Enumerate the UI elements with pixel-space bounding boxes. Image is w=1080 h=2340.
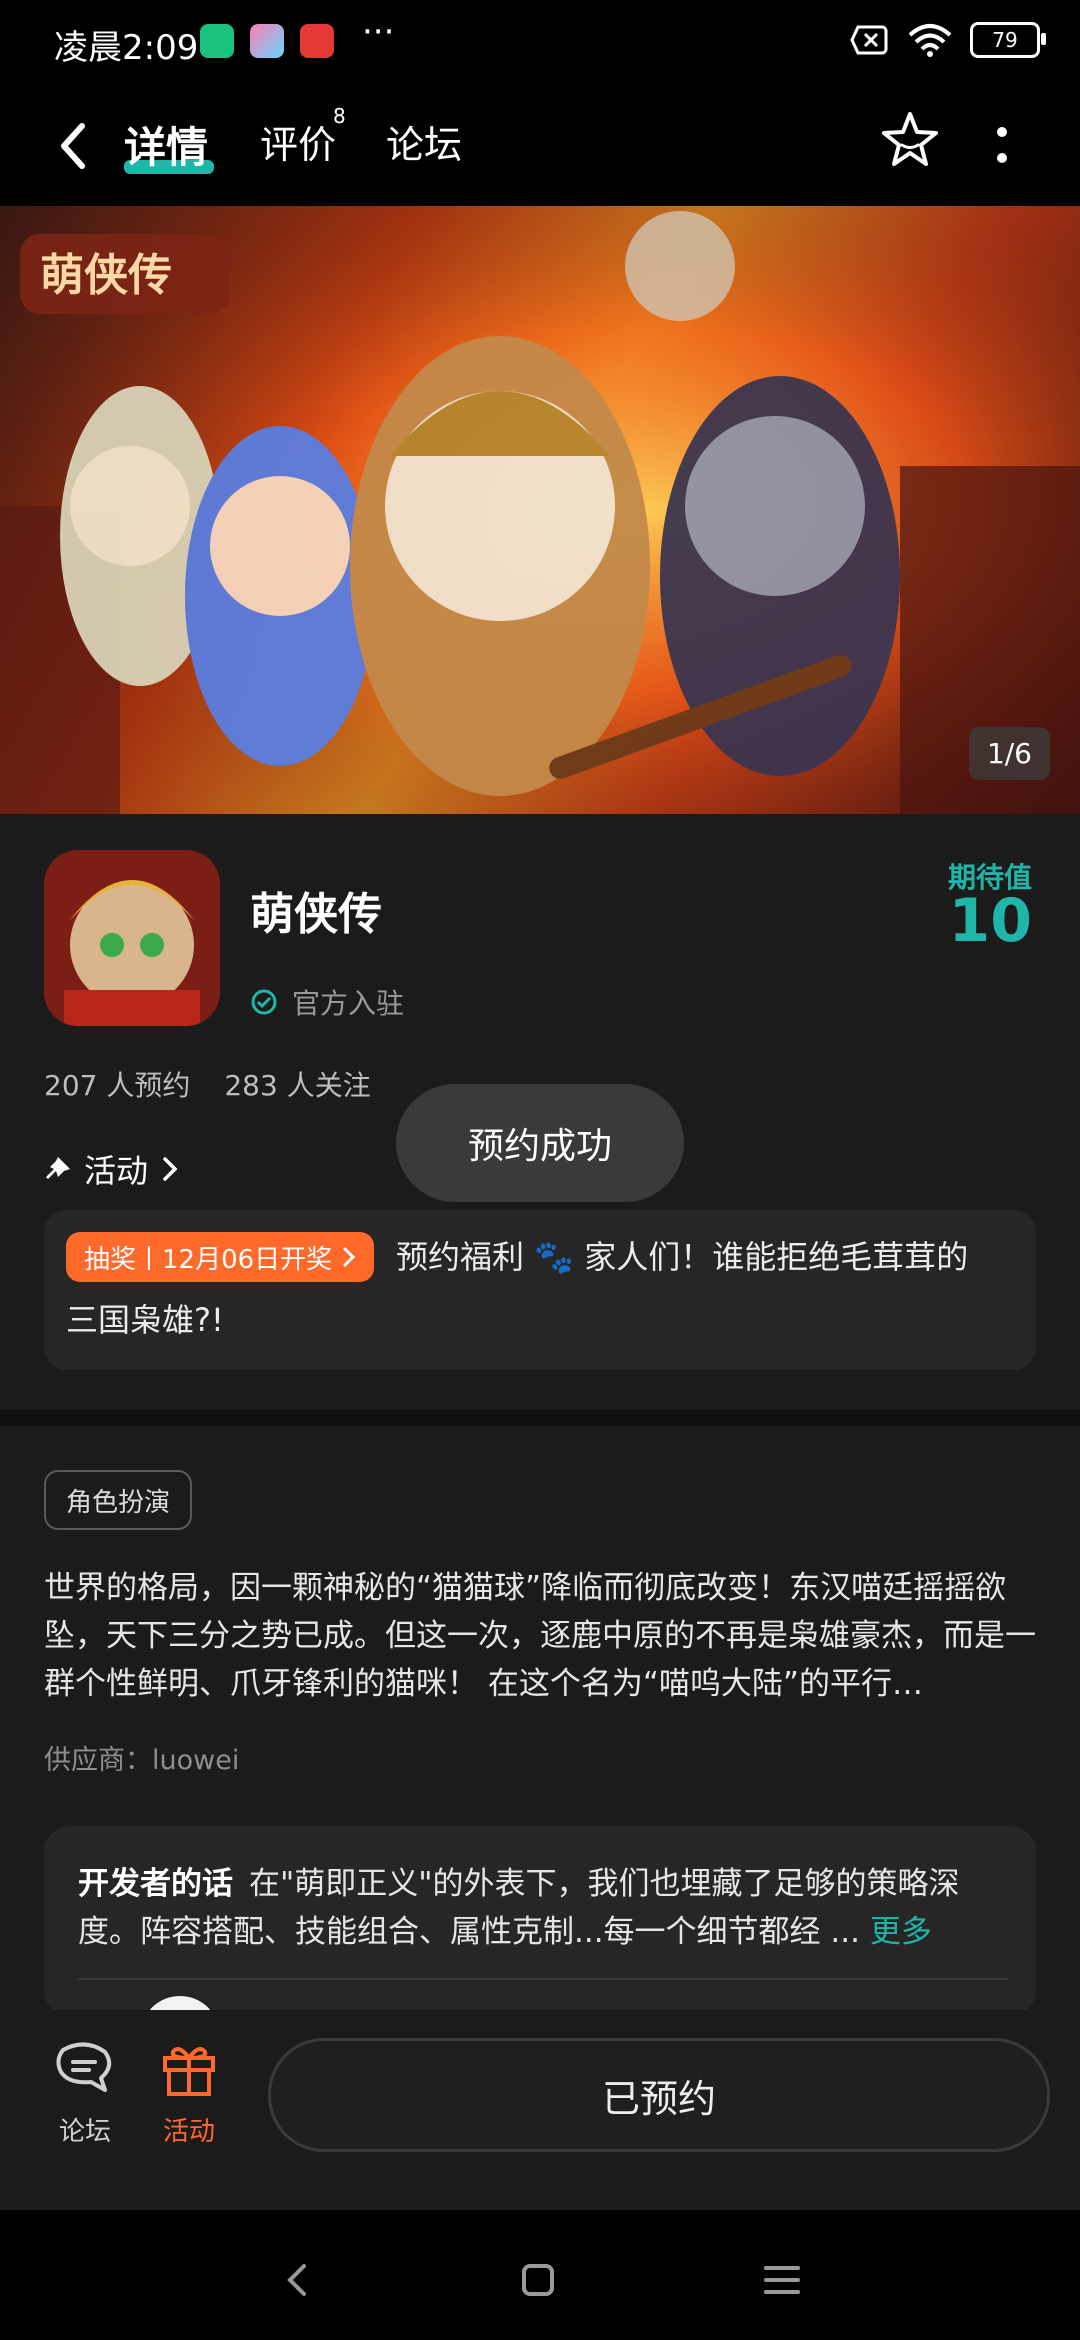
developer-card-separator	[78, 1978, 1008, 1980]
system-nav-bar	[0, 2210, 1080, 2340]
banner-artwork: 萌侠传	[0, 206, 1080, 814]
battery-level: 79	[992, 28, 1018, 52]
description-section: 角色扮演 世界的格局，因一颗神秘的“猫猫球”降临而彻底改变！东汉喵廷摇摇欲坠，天…	[0, 1426, 1080, 2016]
sim-none-icon	[850, 25, 888, 55]
activity-title: 活动	[84, 1152, 149, 1190]
status-bar: 凌晨2:09 ··· 79	[0, 0, 1080, 90]
more-vertical-icon[interactable]	[994, 124, 1010, 168]
wifi-icon	[908, 24, 952, 57]
forum-icon	[56, 2042, 112, 2092]
banner-logo-text: 萌侠传	[40, 250, 172, 301]
forum-button[interactable]: 论坛	[40, 2042, 130, 2148]
activity-card[interactable]: 抽奖丨12月06日开奖 预约福利 🐾 家人们！谁能拒绝毛茸茸的 三国枭雄?!	[44, 1210, 1036, 1370]
developer-notes: 开发者的话 在"萌即正义"的外表下，我们也埋藏了足够的策略深度。阵容搭配、技能组合…	[78, 1860, 1008, 1956]
activity-button[interactable]: 活动	[144, 2042, 234, 2148]
nav-back-icon[interactable]	[268, 2250, 328, 2310]
shield-app-icon	[200, 24, 234, 58]
reservation-success-toast: 预约成功	[396, 1084, 684, 1202]
news-app-icon	[300, 24, 334, 58]
lottery-chip-label: 抽奖丨12月06日开奖	[84, 1244, 333, 1275]
star-icon[interactable]	[878, 108, 942, 172]
official-badge: 官方入驻	[250, 982, 404, 1022]
chevron-right-icon	[343, 1247, 356, 1267]
follower-count: 283 人关注	[224, 1069, 371, 1102]
forum-label: 论坛	[58, 2117, 111, 2147]
activity-tab-label: 活动	[162, 2117, 215, 2147]
activity-header[interactable]: 活动	[44, 1146, 180, 1192]
genre-tag[interactable]: 角色扮演	[44, 1470, 193, 1530]
tab-forum[interactable]: 论坛	[386, 114, 462, 169]
reservation-count: 207 人预约	[44, 1069, 191, 1102]
tab-details[interactable]: 详情	[124, 114, 208, 175]
game-app-icon	[250, 24, 284, 58]
nav-home-icon[interactable]	[508, 2250, 568, 2310]
bottom-action-bar: 论坛 活动 已预约	[0, 2010, 1080, 2210]
game-info-section: 萌侠传 官方入驻 期待值 10 207 人预约 283 人关注 活动 抽奖丨12…	[0, 814, 1080, 1410]
nav-menu-icon[interactable]	[752, 2250, 812, 2310]
activity-text-line2: 三国枭雄?!	[66, 1301, 224, 1339]
developer-notes-card[interactable]: 开发者的话 在"萌即正义"的外表下，我们也埋藏了足够的策略深度。阵容搭配、技能组合…	[44, 1826, 1036, 2016]
tab-reviews[interactable]: 评价	[260, 114, 336, 169]
supplier-info: 供应商：luowei	[44, 1745, 240, 1776]
lottery-chip[interactable]: 抽奖丨12月06日开奖	[66, 1232, 375, 1282]
reviews-count-badge: 8	[333, 104, 346, 128]
top-nav: 详情 评价 8 论坛	[0, 90, 1080, 206]
developer-notes-title: 开发者的话	[78, 1866, 233, 1902]
game-app-icon	[44, 850, 220, 1026]
section-divider	[0, 1410, 1080, 1426]
pin-icon	[46, 1157, 70, 1179]
status-time: 凌晨2:09	[54, 28, 199, 68]
reserved-button[interactable]: 已预约	[268, 2038, 1050, 2152]
banner-page-indicator: 1/6	[968, 727, 1050, 780]
activity-text-line1: 预约福利 🐾 家人们！谁能拒绝毛茸茸的	[396, 1238, 969, 1276]
official-label: 官方入驻	[292, 987, 405, 1020]
gift-icon	[163, 2047, 215, 2096]
description-text[interactable]: 世界的格局，因一颗神秘的“猫猫球”降临而彻底改变！东汉喵廷摇摇欲坠，天下三分之势…	[44, 1564, 1036, 1708]
game-stats: 207 人预约 283 人关注	[44, 1064, 371, 1104]
chevron-right-icon	[163, 1157, 178, 1181]
back-arrow-icon[interactable]	[48, 116, 96, 176]
more-notifications-icon: ···	[362, 12, 395, 52]
expectation-value: 10	[948, 886, 1033, 956]
game-title: 萌侠传	[250, 889, 382, 940]
more-link[interactable]: 更多	[870, 1914, 932, 1950]
verified-check-icon	[251, 989, 277, 1015]
game-banner[interactable]: 萌侠传 1/6	[0, 206, 1080, 814]
battery-icon: 79	[970, 22, 1046, 58]
